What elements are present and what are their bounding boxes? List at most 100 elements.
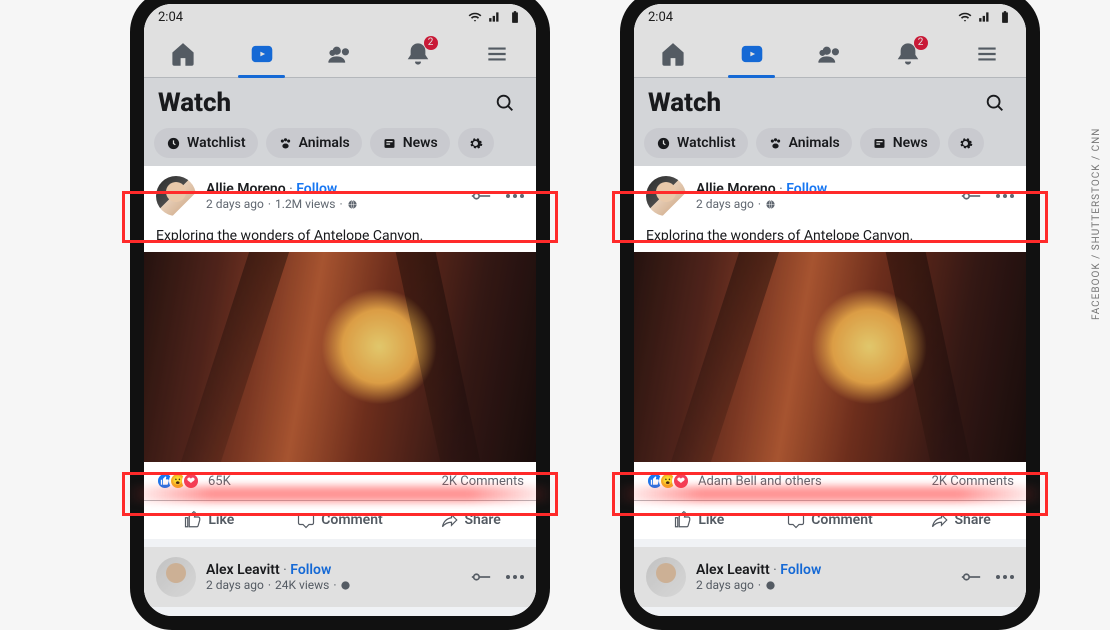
follow-link[interactable]: Follow xyxy=(296,181,337,197)
search-button[interactable] xyxy=(978,86,1012,120)
avatar[interactable] xyxy=(646,557,686,597)
paw-icon xyxy=(768,136,783,151)
paw-icon xyxy=(278,136,293,151)
chip-settings[interactable] xyxy=(948,128,984,158)
save-toggle-icon[interactable] xyxy=(960,566,982,588)
more-button[interactable] xyxy=(996,194,1014,198)
author-name[interactable]: Allie Moreno xyxy=(696,181,776,197)
reaction-bar[interactable]: 😮 ❤ Adam Bell and others 2K Comments xyxy=(634,462,1026,500)
chip-watchlist[interactable]: Watchlist xyxy=(154,128,258,158)
post-views: 24K views xyxy=(275,578,329,592)
post-time: 2 days ago xyxy=(696,197,754,211)
search-button[interactable] xyxy=(488,86,522,120)
separator: · xyxy=(758,197,761,211)
action-label: Comment xyxy=(811,512,872,528)
comment-button[interactable]: Comment xyxy=(275,501,406,539)
post-card-2: Alex Leavitt · Follow 2 days ago·24K vie… xyxy=(144,547,536,607)
avatar[interactable] xyxy=(156,176,196,216)
page-title: Watch xyxy=(648,88,721,118)
tab-home[interactable] xyxy=(144,30,222,77)
separator: · xyxy=(776,181,787,197)
tab-menu[interactable] xyxy=(458,30,536,77)
avatar[interactable] xyxy=(646,176,686,216)
post-card-2: Alex Leavitt · Follow 2 days ago· xyxy=(634,547,1026,607)
author-name[interactable]: Allie Moreno xyxy=(206,181,286,197)
chip-news[interactable]: News xyxy=(370,128,450,158)
comment-count[interactable]: 2K Comments xyxy=(932,474,1014,489)
tab-notifications[interactable]: 2 xyxy=(379,30,457,77)
gear-icon xyxy=(958,136,973,151)
tab-watch[interactable] xyxy=(712,30,790,77)
post-media[interactable] xyxy=(634,252,1026,462)
chip-animals[interactable]: Animals xyxy=(266,128,362,158)
tab-groups[interactable] xyxy=(301,30,379,77)
chip-label: Animals xyxy=(299,135,350,151)
separator: · xyxy=(286,181,297,197)
post-time: 2 days ago xyxy=(206,578,264,592)
more-button[interactable] xyxy=(996,575,1014,579)
status-bar: 2:04 xyxy=(634,4,1026,30)
page-title: Watch xyxy=(158,88,231,118)
news-icon xyxy=(872,136,887,151)
chip-news[interactable]: News xyxy=(860,128,940,158)
post-media[interactable] xyxy=(144,252,536,462)
reaction-count: 65K xyxy=(208,474,231,489)
post-header: Allie Moreno · Follow 2 days ago· 1.2M v… xyxy=(144,166,536,226)
tab-home[interactable] xyxy=(634,30,712,77)
status-time: 2:04 xyxy=(648,10,673,25)
clock-icon xyxy=(656,136,671,151)
share-button[interactable]: Share xyxy=(895,501,1026,539)
battery-icon xyxy=(508,10,522,24)
more-button[interactable] xyxy=(506,194,524,198)
more-button[interactable] xyxy=(506,575,524,579)
page-header: Watch xyxy=(144,78,536,128)
chip-settings[interactable] xyxy=(458,128,494,158)
save-toggle-icon[interactable] xyxy=(470,185,492,207)
action-label: Comment xyxy=(321,512,382,528)
globe-icon xyxy=(765,199,776,210)
tab-groups[interactable] xyxy=(791,30,869,77)
like-button[interactable]: Like xyxy=(634,501,765,539)
comment-button[interactable]: Comment xyxy=(765,501,896,539)
image-credit: FACEBOOK / SHUTTERSTOCK / CNN xyxy=(1091,0,1102,320)
page-header: Watch xyxy=(634,78,1026,128)
separator: · xyxy=(770,562,781,578)
chip-animals[interactable]: Animals xyxy=(756,128,852,158)
status-bar: 2:04 xyxy=(144,4,536,30)
left-column: 2:04 2 xyxy=(130,0,550,630)
action-label: Like xyxy=(698,512,724,528)
reaction-bar[interactable]: 😮 ❤ 65K 2K Comments xyxy=(144,462,536,500)
share-button[interactable]: Share xyxy=(405,501,536,539)
love-reaction-icon: ❤ xyxy=(182,472,200,490)
separator: · xyxy=(268,197,271,211)
filter-chips: Watchlist Animals News xyxy=(144,128,536,166)
post-header: Allie Moreno · Follow 2 days ago · xyxy=(634,166,1026,226)
author-name[interactable]: Alex Leavitt xyxy=(696,562,770,578)
chip-watchlist[interactable]: Watchlist xyxy=(644,128,748,158)
phone-frame: 2:04 2 xyxy=(620,0,1040,630)
wifi-icon xyxy=(468,10,482,24)
follow-link[interactable]: Follow xyxy=(780,562,821,578)
avatar[interactable] xyxy=(156,557,196,597)
tab-watch[interactable] xyxy=(222,30,300,77)
action-label: Like xyxy=(208,512,234,528)
nav-tabs: 2 xyxy=(634,30,1026,78)
follow-link[interactable]: Follow xyxy=(786,181,827,197)
save-toggle-icon[interactable] xyxy=(960,185,982,207)
chip-label: Watchlist xyxy=(677,135,736,151)
post-time: 2 days ago xyxy=(206,197,264,211)
author-name[interactable]: Alex Leavitt xyxy=(206,562,280,578)
status-time: 2:04 xyxy=(158,10,183,25)
comment-count[interactable]: 2K Comments xyxy=(442,474,524,489)
globe-icon xyxy=(347,199,358,210)
chip-label: News xyxy=(893,135,928,151)
follow-link[interactable]: Follow xyxy=(290,562,331,578)
filter-chips: Watchlist Animals News xyxy=(634,128,1026,166)
screen: 2:04 2 xyxy=(634,4,1026,616)
action-bar: Like Comment Share xyxy=(144,500,536,539)
like-button[interactable]: Like xyxy=(144,501,275,539)
save-toggle-icon[interactable] xyxy=(470,566,492,588)
tab-notifications[interactable]: 2 xyxy=(869,30,947,77)
tab-menu[interactable] xyxy=(948,30,1026,77)
action-label: Share xyxy=(955,512,991,528)
